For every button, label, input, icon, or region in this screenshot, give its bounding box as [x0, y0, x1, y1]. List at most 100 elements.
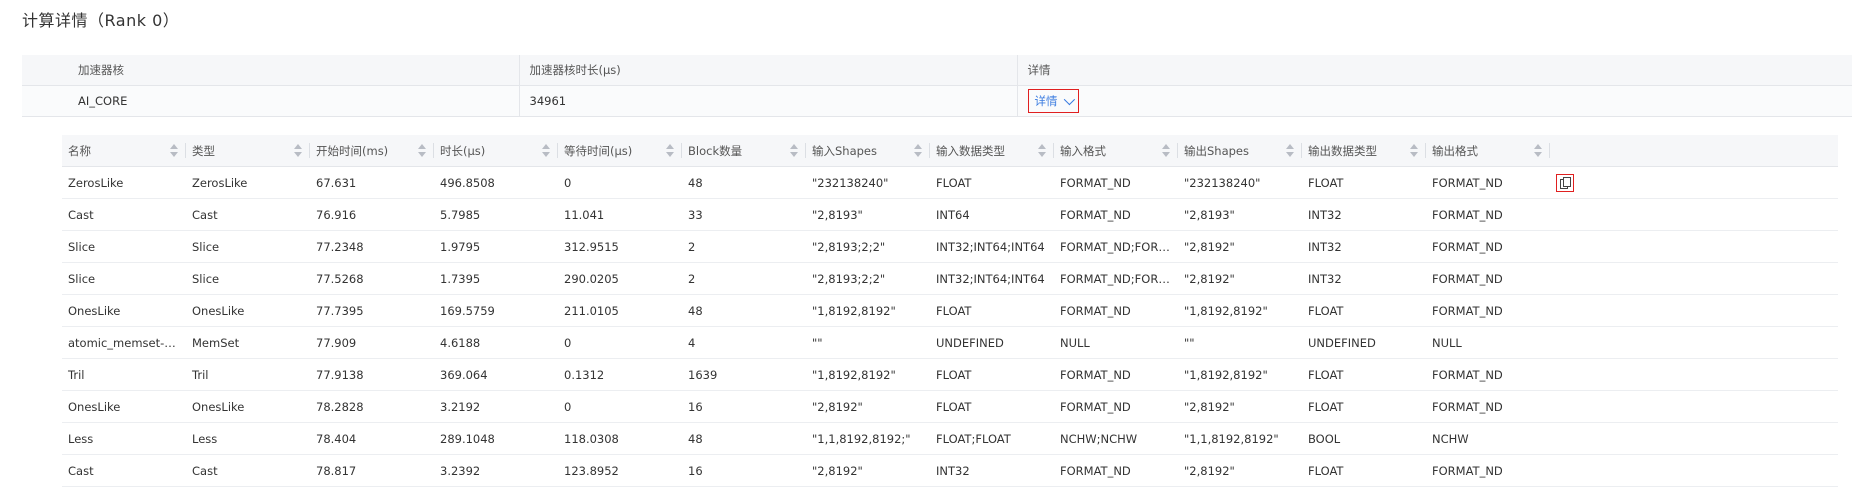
- table-cell: 77.909: [310, 326, 434, 359]
- column-header[interactable]: 输入Shapes: [806, 135, 930, 167]
- table-cell: OnesLike: [186, 390, 310, 423]
- column-header[interactable]: 输入数据类型: [930, 135, 1054, 167]
- table-cell: FLOAT: [1302, 390, 1426, 423]
- column-header-label: 开始时间(ms): [316, 143, 389, 158]
- table-row[interactable]: OnesLike OnesLike 77.7395 169.5759 211.0105 4…: [62, 294, 1838, 327]
- column-header[interactable]: 名称: [62, 135, 186, 167]
- column-header[interactable]: 输出格式: [1426, 135, 1550, 167]
- row-actions-cell: [1550, 422, 1838, 455]
- table-cell: "1,8192,8192": [1178, 294, 1302, 327]
- table-cell: FORMAT_ND: [1426, 262, 1550, 295]
- sort-icon[interactable]: [666, 144, 674, 157]
- table-cell: 48: [682, 294, 806, 327]
- table-cell: "2,8193": [806, 198, 930, 231]
- table-cell: OnesLike: [62, 294, 186, 327]
- copy-button[interactable]: [1556, 173, 1574, 192]
- table-cell: ZerosLike: [62, 166, 186, 199]
- table-cell: 496.8508: [434, 166, 558, 199]
- column-header[interactable]: 时长(μs): [434, 135, 558, 167]
- table-cell: BOOL: [1302, 422, 1426, 455]
- summary-row: AI_CORE 34961 详情: [22, 85, 1852, 117]
- table-row[interactable]: Cast Cast 76.916 5.7985 11.041 33 "2,8193" INT6…: [62, 198, 1838, 231]
- table-cell: Cast: [186, 454, 310, 487]
- table-cell: FLOAT: [1302, 358, 1426, 391]
- table-cell: 77.9138: [310, 358, 434, 391]
- table-cell: 5.7985: [434, 198, 558, 231]
- column-header-label: 时长(μs): [440, 143, 486, 158]
- column-header[interactable]: Block数量: [682, 135, 806, 167]
- table-cell: FORMAT_ND: [1054, 454, 1178, 487]
- sort-icon[interactable]: [914, 144, 922, 157]
- summary-detail-cell: 详情: [1016, 85, 1852, 117]
- table-cell: FORMAT_ND: [1054, 166, 1178, 199]
- sort-icon[interactable]: [294, 144, 302, 157]
- table-cell: Cast: [62, 454, 186, 487]
- sort-icon[interactable]: [790, 144, 798, 157]
- table-cell: 77.2348: [310, 230, 434, 263]
- table-row[interactable]: Tril Tril 77.9138 369.064 0.1312 1639 "1,8192,…: [62, 358, 1838, 391]
- column-header[interactable]: 输出数据类型: [1302, 135, 1426, 167]
- table-cell: 67.631: [310, 166, 434, 199]
- table-cell: NULL: [1426, 326, 1550, 359]
- table-cell: FORMAT_ND: [1426, 166, 1550, 199]
- column-header-label: 输出Shapes: [1184, 143, 1250, 158]
- detail-toggle-button[interactable]: 详情: [1027, 89, 1079, 113]
- table-cell: NCHW;NCHW: [1054, 422, 1178, 455]
- table-row[interactable]: Slice Slice 77.2348 1.9795 312.9515 2 "2,8193;…: [62, 230, 1838, 263]
- column-header-label: Block数量: [688, 143, 743, 158]
- table-cell: 78.817: [310, 454, 434, 487]
- row-actions-cell: [1550, 198, 1838, 231]
- row-actions-cell: [1550, 166, 1838, 199]
- table-cell: "1,8192,8192": [806, 294, 930, 327]
- table-cell: "1,1,8192,8192": [1178, 422, 1302, 455]
- chevron-down-icon: [1063, 93, 1075, 106]
- table-cell: 48: [682, 422, 806, 455]
- table-cell: 2: [682, 230, 806, 263]
- sort-icon[interactable]: [418, 144, 426, 157]
- table-cell: "2,8192": [1178, 454, 1302, 487]
- column-header[interactable]: 输入格式: [1054, 135, 1178, 167]
- table-cell: Slice: [186, 262, 310, 295]
- table-row[interactable]: Slice Slice 77.5268 1.7395 290.0205 2 "2,8193;…: [62, 262, 1838, 295]
- table-cell: "1,1,8192,8192;": [806, 422, 930, 455]
- table-cell: "232138240": [1178, 166, 1302, 199]
- table-cell: Slice: [62, 230, 186, 263]
- sort-icon[interactable]: [1410, 144, 1418, 157]
- table-cell: FLOAT: [930, 390, 1054, 423]
- sort-icon[interactable]: [1286, 144, 1294, 157]
- table-cell: MemSet: [186, 326, 310, 359]
- table-cell: FLOAT: [930, 294, 1054, 327]
- table-cell: INT32: [1302, 198, 1426, 231]
- row-actions-cell: [1550, 358, 1838, 391]
- column-header[interactable]: 输出Shapes: [1178, 135, 1302, 167]
- column-header[interactable]: 开始时间(ms): [310, 135, 434, 167]
- table-cell: Tril: [62, 358, 186, 391]
- table-cell: UNDEFINED: [1302, 326, 1426, 359]
- detail-toggle-label: 详情: [1034, 94, 1058, 108]
- table-cell: 76.916: [310, 198, 434, 231]
- column-header[interactable]: 等待时间(μs): [558, 135, 682, 167]
- copy-icon: [1560, 177, 1571, 189]
- detail-table: 名称 类型 开始时间(ms) 时长(μs) 等待时间(μs) Block数量 输入Shape…: [62, 135, 1838, 487]
- table-cell: 123.8952: [558, 454, 682, 487]
- column-header[interactable]: 类型: [186, 135, 310, 167]
- column-header-label: 输出数据类型: [1308, 143, 1377, 158]
- sort-icon[interactable]: [1162, 144, 1170, 157]
- table-row[interactable]: OnesLike OnesLike 78.2828 3.2192 0 16 "2,8192"…: [62, 390, 1838, 423]
- table-cell: 2: [682, 262, 806, 295]
- table-cell: atomic_memset-1_70...: [62, 326, 186, 359]
- table-row[interactable]: atomic_memset-1_70...MemSet77.9094.61880…: [62, 326, 1838, 359]
- sort-icon[interactable]: [1534, 144, 1542, 157]
- column-header-label: 输出格式: [1432, 143, 1478, 158]
- table-cell: "2,8192": [806, 454, 930, 487]
- summary-core-cell: AI_CORE: [22, 85, 519, 117]
- table-cell: 11.041: [558, 198, 682, 231]
- sort-icon[interactable]: [170, 144, 178, 157]
- table-cell: "": [806, 326, 930, 359]
- table-row[interactable]: ZerosLike ZerosLike 67.631 496.8508 0 48 "2321…: [62, 166, 1838, 199]
- sort-icon[interactable]: [1038, 144, 1046, 157]
- table-row[interactable]: Cast Cast 78.817 3.2392 123.8952 16 "2,8192" IN…: [62, 454, 1838, 487]
- sort-icon[interactable]: [542, 144, 550, 157]
- table-cell: Cast: [62, 198, 186, 231]
- table-row[interactable]: Less Less 78.404 289.1048 118.0308 48 "1,1,819…: [62, 422, 1838, 455]
